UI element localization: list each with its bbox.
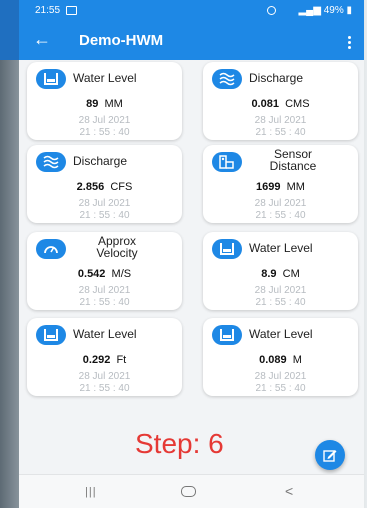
card-value: 2.856 CFS bbox=[76, 181, 133, 193]
status-time: 21:55 bbox=[35, 5, 61, 16]
card-date: 28 Jul 2021 bbox=[78, 285, 131, 296]
edit-icon bbox=[323, 450, 337, 462]
card-value: 0.292 Ft bbox=[82, 354, 127, 366]
card-value: 0.081 CMS bbox=[251, 98, 310, 110]
card-time: 21 : 55 : 40 bbox=[255, 210, 306, 221]
back-arrow-icon[interactable]: ← bbox=[33, 28, 51, 50]
card-water-level-cm[interactable]: Water Level 8.9 CM 28 Jul 2021 21 : 55 :… bbox=[203, 232, 358, 310]
card-value: 1699 MM bbox=[256, 181, 305, 193]
card-label: Discharge bbox=[249, 71, 304, 85]
card-label: Water Level bbox=[249, 327, 313, 341]
battery-icon: ▮ bbox=[343, 5, 352, 16]
card-value: 0.542 M/S bbox=[77, 268, 132, 280]
step-overlay-text: Step: 6 bbox=[135, 428, 224, 459]
discharge-icon bbox=[36, 152, 66, 172]
card-time: 21 : 55 : 40 bbox=[79, 383, 130, 394]
card-label: Approx Velocity bbox=[96, 234, 138, 260]
app-title: Demo-HWM bbox=[79, 32, 164, 49]
card-sensor-distance[interactable]: Sensor Distance 1699 MM 28 Jul 2021 21 : … bbox=[203, 145, 358, 223]
card-label: Water Level bbox=[249, 241, 313, 255]
card-time: 21 : 55 : 40 bbox=[79, 297, 130, 308]
system-nav-bar: ||| < bbox=[19, 474, 364, 508]
app-bar: ← Demo-HWM bbox=[19, 22, 364, 60]
card-discharge-cms[interactable]: Discharge 0.081 CMS 28 Jul 2021 21 : 55 … bbox=[203, 62, 358, 140]
card-date: 28 Jul 2021 bbox=[78, 198, 131, 209]
card-label: Water Level bbox=[73, 71, 137, 85]
signal-icon: ▂▄▆ bbox=[298, 5, 324, 16]
card-date: 28 Jul 2021 bbox=[254, 115, 307, 126]
phone-screen: 21:55 ▂▄▆ 49% ▮ ← Demo-HWM Water Level 8… bbox=[19, 0, 364, 508]
background-left bbox=[0, 0, 20, 508]
status-right: ▂▄▆ 49% ▮ bbox=[298, 5, 352, 16]
card-value: 8.9 CM bbox=[261, 268, 300, 280]
edit-fab-button[interactable] bbox=[315, 440, 345, 470]
overflow-menu-icon[interactable] bbox=[348, 36, 352, 50]
card-date: 28 Jul 2021 bbox=[78, 371, 131, 382]
card-time: 21 : 55 : 40 bbox=[255, 297, 306, 308]
nav-back-icon[interactable]: < bbox=[285, 483, 293, 499]
water-level-icon bbox=[36, 325, 66, 345]
card-date: 28 Jul 2021 bbox=[78, 115, 131, 126]
water-level-icon bbox=[36, 69, 66, 89]
card-water-level-mm[interactable]: Water Level 89 MM 28 Jul 2021 21 : 55 : … bbox=[27, 62, 182, 140]
alarm-icon bbox=[267, 6, 276, 15]
card-time: 21 : 55 : 40 bbox=[255, 127, 306, 138]
card-date: 28 Jul 2021 bbox=[254, 198, 307, 209]
home-icon[interactable] bbox=[181, 486, 196, 497]
card-value: 0.089 M bbox=[259, 354, 302, 366]
image-notification-icon bbox=[66, 6, 77, 15]
background-app-strip bbox=[0, 0, 20, 60]
card-date: 28 Jul 2021 bbox=[254, 371, 307, 382]
sensor-distance-icon bbox=[212, 152, 242, 172]
card-time: 21 : 55 : 40 bbox=[255, 383, 306, 394]
speedometer-icon bbox=[36, 239, 66, 259]
status-bar: 21:55 ▂▄▆ 49% ▮ bbox=[19, 0, 364, 22]
card-water-level-ft[interactable]: Water Level 0.292 Ft 28 Jul 2021 21 : 55… bbox=[27, 318, 182, 396]
card-time: 21 : 55 : 40 bbox=[79, 127, 130, 138]
discharge-icon bbox=[212, 69, 242, 89]
water-level-icon bbox=[212, 239, 242, 259]
card-water-level-m[interactable]: Water Level 0.089 M 28 Jul 2021 21 : 55 … bbox=[203, 318, 358, 396]
card-time: 21 : 55 : 40 bbox=[79, 210, 130, 221]
card-label: Sensor Distance bbox=[269, 147, 317, 173]
card-discharge-cfs[interactable]: Discharge 2.856 CFS 28 Jul 2021 21 : 55 … bbox=[27, 145, 182, 223]
battery-percent: 49% bbox=[323, 5, 344, 16]
card-value: 89 MM bbox=[86, 98, 123, 110]
card-label: Discharge bbox=[73, 154, 128, 168]
water-level-icon bbox=[212, 325, 242, 345]
recent-apps-icon[interactable]: ||| bbox=[85, 486, 97, 498]
card-approx-velocity[interactable]: Approx Velocity 0.542 M/S 28 Jul 2021 21 … bbox=[27, 232, 182, 310]
card-date: 28 Jul 2021 bbox=[254, 285, 307, 296]
card-label: Water Level bbox=[73, 327, 137, 341]
